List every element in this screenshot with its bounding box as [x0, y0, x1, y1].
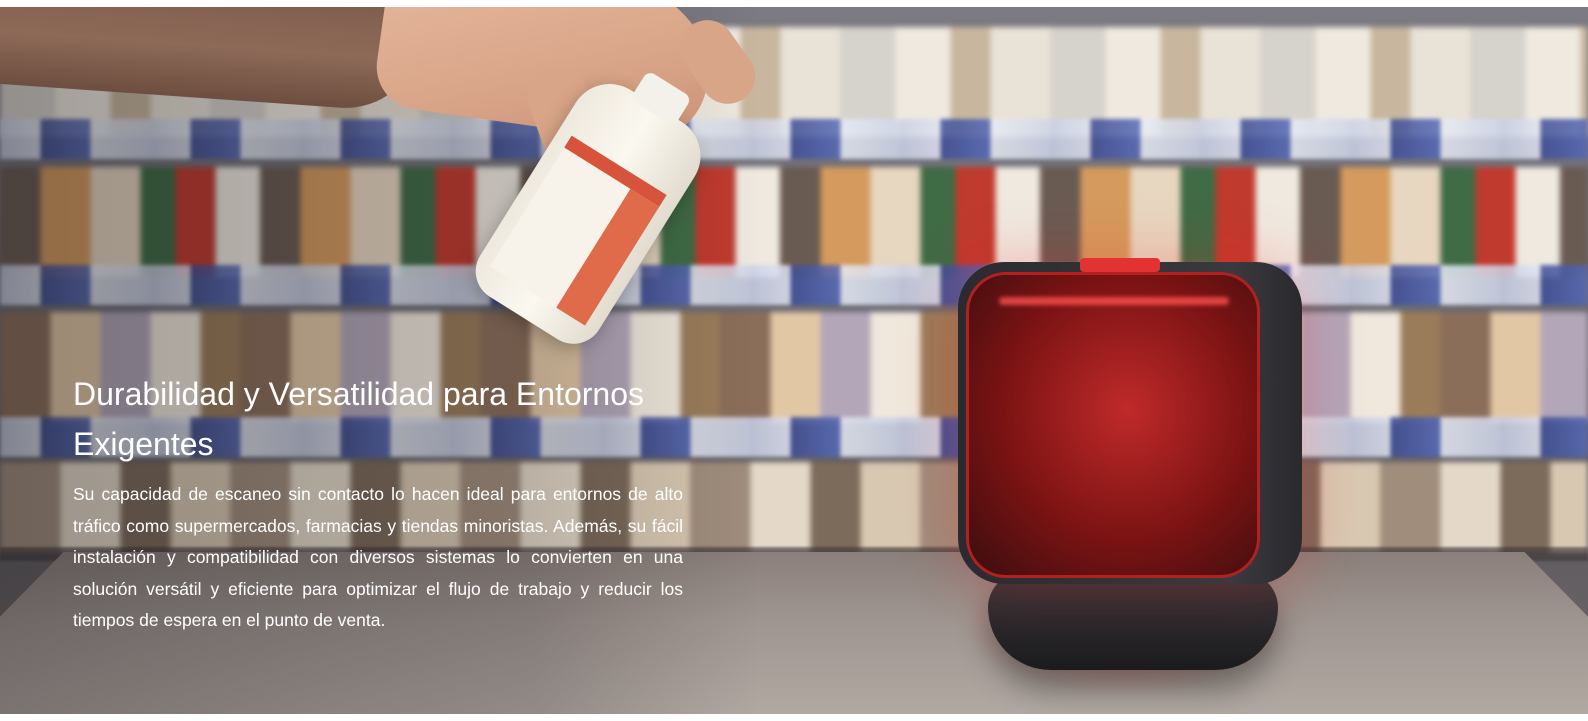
scanner-led [1080, 258, 1160, 272]
scanner-window [966, 272, 1260, 578]
section-description: Su capacidad de escaneo sin contacto lo … [73, 484, 683, 630]
scanner-light-bar [999, 297, 1229, 305]
scanner-base [988, 572, 1278, 670]
section-headline: Durabilidad y Versatilidad para Entornos… [73, 376, 644, 462]
barcode-scanner [958, 258, 1302, 584]
hero-banner: Durabilidad y Versatilidad para Entornos… [0, 7, 1588, 714]
